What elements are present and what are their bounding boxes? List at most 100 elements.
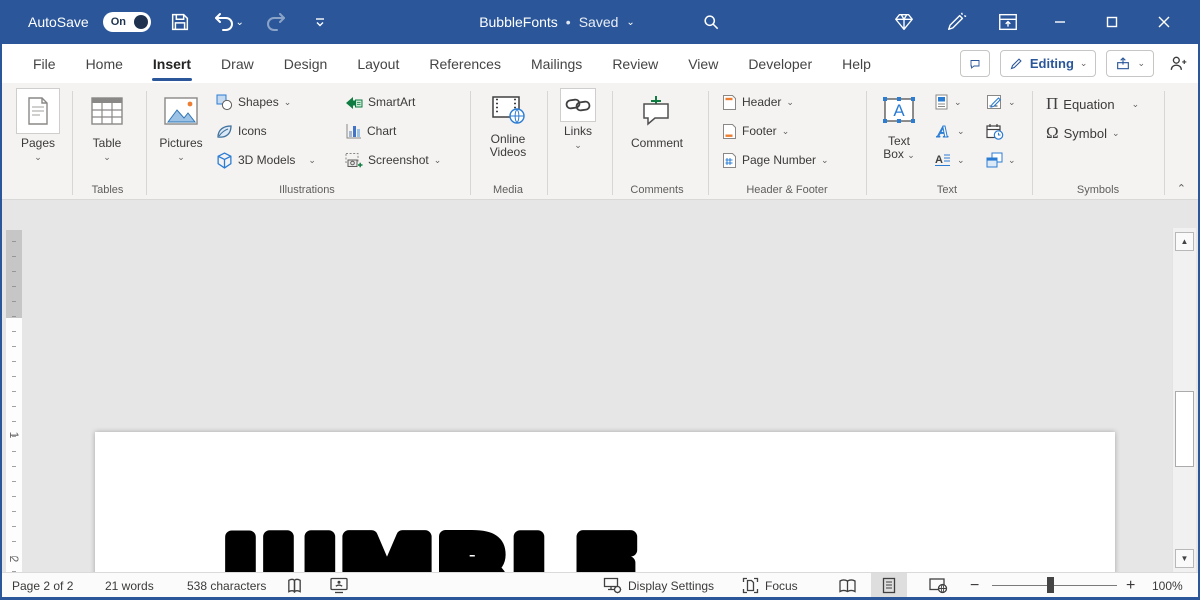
document-title: BubbleFonts [479, 14, 558, 30]
tab-mailings[interactable]: Mailings [516, 44, 597, 83]
minimize-button[interactable] [1034, 0, 1086, 44]
zoom-out-button[interactable]: − [970, 573, 979, 598]
symbol-label: Symbol [1063, 125, 1107, 141]
undo-chevron-icon: ⌄ [235, 16, 244, 28]
read-mode-icon [838, 578, 856, 593]
tab-help[interactable]: Help [827, 44, 886, 83]
presence-people-icon[interactable] [1168, 54, 1188, 74]
character-count[interactable]: 538 characters [187, 573, 266, 598]
page-number-label: Page Number [742, 153, 817, 167]
online-videos-icon [490, 88, 526, 130]
tab-home[interactable]: Home [71, 44, 138, 83]
text-box-button[interactable]: A Text Box ⌄ [876, 88, 922, 162]
web-layout-button[interactable] [920, 573, 956, 598]
print-layout-icon [882, 577, 896, 594]
online-videos-button[interactable]: Online Videos [477, 88, 539, 159]
group-label-comments: Comments [630, 184, 684, 196]
maximize-button[interactable] [1086, 0, 1138, 44]
autosave-state-label: On [110, 16, 126, 28]
pages-button[interactable]: Pages ⌄ [12, 88, 64, 163]
print-layout-button[interactable] [871, 573, 907, 598]
editing-pencil-icon [1010, 58, 1022, 70]
date-time-button[interactable] [986, 118, 1004, 144]
smartart-button[interactable]: SmartArt [345, 89, 415, 115]
tab-references[interactable]: References [414, 44, 516, 83]
pictures-button[interactable]: Pictures ⌄ [154, 88, 208, 163]
tab-design[interactable]: Design [269, 44, 343, 83]
zoom-level[interactable]: 100% [1152, 573, 1183, 598]
symbol-button[interactable]: Ω Symbol ⌄ [1046, 120, 1120, 146]
online-videos-label-1: Online [490, 132, 526, 146]
new-comment-label: Comment [630, 136, 683, 150]
word-window: AutoSave On ⌄ BubbleFonts • Saved ⌄ File… [0, 0, 1200, 600]
page-number-chevron-icon: ⌄ [821, 154, 829, 165]
scroll-up-button[interactable]: ▲ [1175, 232, 1194, 251]
3d-models-button[interactable]: 3D Models ⌄ [216, 147, 316, 173]
zoom-slider-thumb[interactable] [1047, 577, 1054, 593]
editing-label: Editing [1029, 56, 1074, 71]
display-settings-button[interactable]: Display Settings [603, 573, 714, 598]
equation-label: Equation [1063, 96, 1115, 112]
zoom-in-button[interactable]: + [1126, 573, 1135, 598]
quick-parts-button[interactable]: ⌄ [934, 89, 962, 115]
tab-view[interactable]: View [673, 44, 733, 83]
display-settings-label: Display Settings [628, 578, 715, 593]
text-box-label-1: Text [887, 134, 910, 148]
pictures-chevron-icon: ⌄ [177, 152, 185, 162]
save-icon[interactable] [165, 7, 195, 37]
word-count[interactable]: 21 words [105, 573, 154, 598]
vertical-scrollbar[interactable]: ▲ ▼ [1172, 228, 1196, 572]
scrollbar-thumb[interactable] [1175, 391, 1194, 467]
premium-diamond-icon[interactable] [878, 0, 930, 44]
table-button[interactable]: Table ⌄ [82, 88, 132, 163]
page-indicator[interactable]: Page 2 of 2 [12, 573, 73, 598]
tab-review[interactable]: Review [597, 44, 673, 83]
close-button[interactable] [1138, 0, 1190, 44]
group-label-symbols: Symbols [1076, 184, 1120, 196]
title-chevron-icon[interactable]: ⌄ [626, 17, 634, 28]
symbol-icon: Ω [1046, 123, 1059, 142]
shapes-button[interactable]: Shapes ⌄ [216, 89, 291, 115]
chart-button[interactable]: Chart [345, 118, 396, 144]
undo-icon[interactable]: ⌄ [209, 7, 247, 37]
collapse-ribbon-icon[interactable]: ⌃ [1177, 182, 1186, 195]
tab-developer[interactable]: Developer [733, 44, 827, 83]
text-box-label-2: Box ⌄ [883, 147, 915, 161]
ribbon-display-options-icon[interactable] [982, 0, 1034, 44]
links-button[interactable]: Links ⌄ [554, 88, 602, 151]
editing-mode-button[interactable]: Editing ⌄ [999, 50, 1097, 77]
accessibility-checker-icon[interactable] [330, 573, 349, 598]
icons-button[interactable]: Icons [216, 118, 267, 144]
search-icon[interactable] [701, 12, 721, 32]
zoom-slider[interactable] [992, 577, 1117, 593]
object-button[interactable]: ⌄ [986, 147, 1016, 173]
equation-button[interactable]: Π Equation ⌄ [1046, 91, 1139, 117]
read-mode-button[interactable] [829, 573, 865, 598]
scroll-down-button[interactable]: ▼ [1175, 549, 1194, 568]
chart-icon [346, 124, 361, 139]
tab-layout[interactable]: Layout [342, 44, 414, 83]
wordart-button[interactable]: A ⌄ [934, 118, 965, 144]
page-number-button[interactable]: Page Number ⌄ [722, 147, 829, 173]
new-comment-button[interactable]: Comment [624, 88, 690, 150]
footer-button[interactable]: Footer ⌄ [722, 118, 789, 144]
draw-pen-icon[interactable] [930, 0, 982, 44]
tab-file[interactable]: File [18, 44, 71, 83]
header-chevron-icon: ⌄ [786, 96, 794, 107]
share-button[interactable]: ⌄ [1106, 50, 1154, 77]
signature-line-button[interactable]: ⌄ [986, 89, 1016, 115]
comments-button[interactable] [959, 50, 990, 77]
editing-chevron-icon: ⌄ [1079, 58, 1088, 68]
quick-access-chevron-icon[interactable] [305, 7, 335, 37]
drop-cap-button[interactable]: A ⌄ [934, 147, 965, 173]
vertical-ruler[interactable]: 1 2 [6, 230, 22, 572]
screenshot-button[interactable]: Screenshot ⌄ [345, 147, 441, 173]
focus-button[interactable]: Focus [742, 573, 798, 598]
proofing-errors-icon[interactable] [286, 573, 303, 598]
tab-draw[interactable]: Draw [206, 44, 269, 83]
autosave-toggle[interactable]: On [102, 12, 151, 32]
title-separator: • [565, 14, 571, 30]
header-button[interactable]: Header ⌄ [722, 89, 794, 115]
tab-insert[interactable]: Insert [138, 44, 206, 83]
screenshot-chevron-icon: ⌄ [433, 154, 442, 165]
